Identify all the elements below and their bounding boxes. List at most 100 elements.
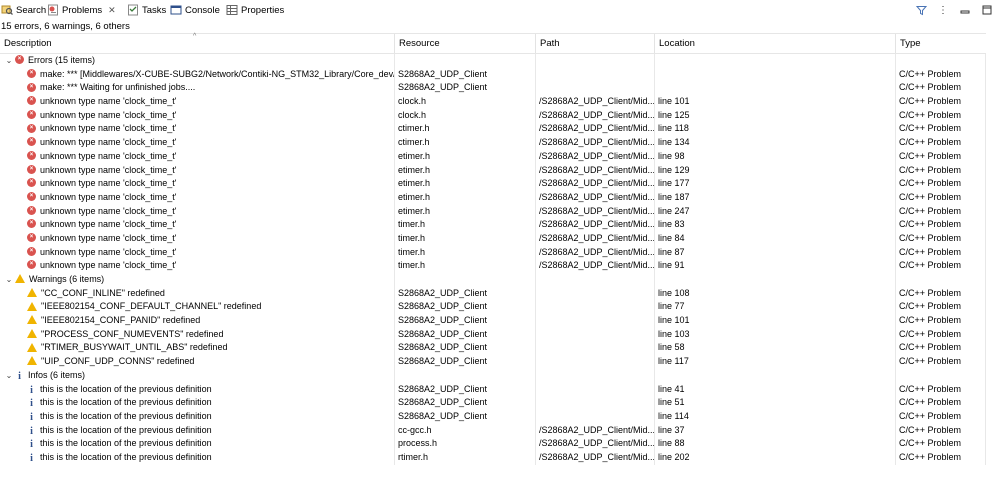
table-row[interactable]: × unknown type name 'clock_time_t' etimer.… <box>0 190 986 205</box>
table-row[interactable]: i this is the location of the previous de… <box>0 450 986 465</box>
type-cell: C/C++ Problem <box>896 108 986 123</box>
error-icon: × <box>27 123 36 133</box>
description-cell: × make: *** [Middlewares/X-CUBE-SUBG2/Net… <box>0 67 395 82</box>
description-cell: i this is the location of the previous de… <box>0 382 395 397</box>
table-row[interactable]: × unknown type name 'clock_time_t' clock.h… <box>0 95 986 109</box>
type-cell: C/C++ Problem <box>896 163 986 178</box>
location-cell: line 134 <box>655 136 896 150</box>
type-cell: C/C++ Problem <box>896 190 986 205</box>
description-text: unknown type name 'clock_time_t' <box>40 137 177 148</box>
column-header-type[interactable]: Type <box>896 34 986 53</box>
group-row-errors[interactable]: ⌄ × Errors (15 items) <box>0 54 986 68</box>
table-row[interactable]: × unknown type name 'clock_time_t' etimer.… <box>0 177 986 191</box>
warning-icon <box>27 328 37 338</box>
type-cell: C/C++ Problem <box>896 245 986 260</box>
view-menu-icon[interactable]: ⋮ <box>937 4 949 16</box>
table-row[interactable]: × unknown type name 'clock_time_t' ctimer.… <box>0 122 986 137</box>
maximize-icon[interactable] <box>981 4 993 16</box>
chevron-down-icon[interactable]: ⌄ <box>4 273 14 287</box>
path-cell <box>536 396 655 410</box>
tab-tasks-label: Tasks <box>142 4 167 16</box>
column-header-resource[interactable]: Resource <box>395 34 536 53</box>
table-row[interactable]: "UIP_CONF_UDP_CONNS" redefined S2868A2_UD… <box>0 355 986 369</box>
empty-cell <box>655 368 896 383</box>
group-label: Warnings (6 items) <box>29 274 105 284</box>
description-text: unknown type name 'clock_time_t' <box>40 232 177 243</box>
table-row[interactable]: "RTIMER_BUSYWAIT_UNTIL_ABS" redefined S28… <box>0 341 986 356</box>
console-icon <box>170 4 182 16</box>
table-row[interactable]: × unknown type name 'clock_time_t' clock.h… <box>0 108 986 123</box>
vertical-scrollbar[interactable] <box>986 33 998 485</box>
chevron-down-icon[interactable]: ⌄ <box>4 54 14 68</box>
empty-cell <box>655 54 896 68</box>
table-row[interactable]: × make: *** [Middlewares/X-CUBE-SUBG2/Net… <box>0 67 986 82</box>
path-cell: /S2868A2_UDP_Client/Mid... <box>536 231 655 246</box>
description-text: make: *** [Middlewares/X-CUBE-SUBG2/Netw… <box>40 68 395 79</box>
error-icon: × <box>27 150 36 160</box>
path-cell <box>536 327 655 342</box>
table-row[interactable]: i this is the location of the previous de… <box>0 423 986 438</box>
table-row[interactable]: × unknown type name 'clock_time_t' timer.h… <box>0 231 986 246</box>
type-cell: C/C++ Problem <box>896 95 986 109</box>
filter-icon[interactable] <box>915 4 927 16</box>
location-cell <box>655 67 896 82</box>
path-cell <box>536 409 655 424</box>
group-row-warnings[interactable]: ⌄ Warnings (6 items) <box>0 273 986 287</box>
tab-problems[interactable]: Problems ✕ <box>47 0 116 20</box>
table-row[interactable]: × unknown type name 'clock_time_t' etimer.… <box>0 163 986 178</box>
tab-search[interactable]: Search <box>1 0 46 20</box>
properties-icon <box>226 4 238 16</box>
table-row[interactable]: × unknown type name 'clock_time_t' ctimer.… <box>0 136 986 150</box>
resource-cell: timer.h <box>395 259 536 273</box>
description-cell: × unknown type name 'clock_time_t' <box>0 108 395 123</box>
table-row[interactable]: i this is the location of the previous de… <box>0 382 986 397</box>
tab-tasks[interactable]: Tasks <box>127 0 166 20</box>
minimize-icon[interactable] <box>959 4 971 16</box>
table-row[interactable]: × unknown type name 'clock_time_t' etimer.… <box>0 149 986 164</box>
description-cell: × unknown type name 'clock_time_t' <box>0 259 395 273</box>
path-cell: /S2868A2_UDP_Client/Mid... <box>536 95 655 109</box>
resource-cell: ctimer.h <box>395 122 536 137</box>
table-row[interactable]: i this is the location of the previous de… <box>0 437 986 451</box>
location-cell: line 58 <box>655 341 896 356</box>
table-row[interactable]: i this is the location of the previous de… <box>0 396 986 410</box>
column-header-description[interactable]: Description ^ <box>0 33 395 53</box>
description-text: unknown type name 'clock_time_t' <box>40 150 177 161</box>
search-icon <box>1 4 13 16</box>
warning-icon <box>15 274 25 284</box>
resource-cell: S2868A2_UDP_Client <box>395 341 536 356</box>
description-text: this is the location of the previous def… <box>40 438 212 449</box>
description-cell: × unknown type name 'clock_time_t' <box>0 163 395 178</box>
location-cell: line 129 <box>655 163 896 178</box>
resource-cell: timer.h <box>395 218 536 232</box>
tab-console[interactable]: Console <box>170 0 220 20</box>
column-header-location[interactable]: Location <box>655 34 896 53</box>
table-row[interactable]: × unknown type name 'clock_time_t' timer.h… <box>0 218 986 232</box>
description-text: "IEEE802154_CONF_DEFAULT_CHANNEL" redefi… <box>41 301 262 312</box>
path-cell: /S2868A2_UDP_Client/Mid... <box>536 218 655 232</box>
chevron-down-icon[interactable]: ⌄ <box>4 369 14 383</box>
table-body: ⌄ × Errors (15 items) × make: *** [Middlewar… <box>0 54 986 465</box>
path-cell: /S2868A2_UDP_Client/Mid... <box>536 245 655 260</box>
table-row[interactable]: "IEEE802154_CONF_PANID" redefined S2868A2… <box>0 314 986 328</box>
close-icon[interactable]: ✕ <box>108 5 116 16</box>
view-toolbar: ⋮ <box>910 0 998 20</box>
problems-table: Description ^ Resource Path Location Typ… <box>0 33 986 465</box>
table-row[interactable]: × unknown type name 'clock_time_t' timer.h… <box>0 245 986 260</box>
table-row[interactable]: i this is the location of the previous de… <box>0 409 986 424</box>
error-icon: × <box>27 109 36 119</box>
resource-cell: rtimer.h <box>395 450 536 465</box>
tab-properties[interactable]: Properties <box>226 0 284 20</box>
description-cell: i this is the location of the previous de… <box>0 396 395 410</box>
table-row[interactable]: "IEEE802154_CONF_DEFAULT_CHANNEL" redefi… <box>0 300 986 315</box>
description-text: "CC_CONF_INLINE" redefined <box>41 287 165 298</box>
table-row[interactable]: "CC_CONF_INLINE" redefined S2868A2_UDP_Cl… <box>0 286 986 301</box>
column-header-path[interactable]: Path <box>536 34 655 53</box>
type-cell: C/C++ Problem <box>896 409 986 424</box>
table-row[interactable]: "PROCESS_CONF_NUMEVENTS" redefined S2868A… <box>0 327 986 342</box>
location-cell: line 87 <box>655 245 896 260</box>
table-row[interactable]: × unknown type name 'clock_time_t' timer.h… <box>0 259 986 273</box>
group-row-infos[interactable]: ⌄ i Infos (6 items) <box>0 368 986 383</box>
table-row[interactable]: × make: *** Waiting for unfinished jobs..… <box>0 81 986 96</box>
table-row[interactable]: × unknown type name 'clock_time_t' etimer.… <box>0 204 986 219</box>
